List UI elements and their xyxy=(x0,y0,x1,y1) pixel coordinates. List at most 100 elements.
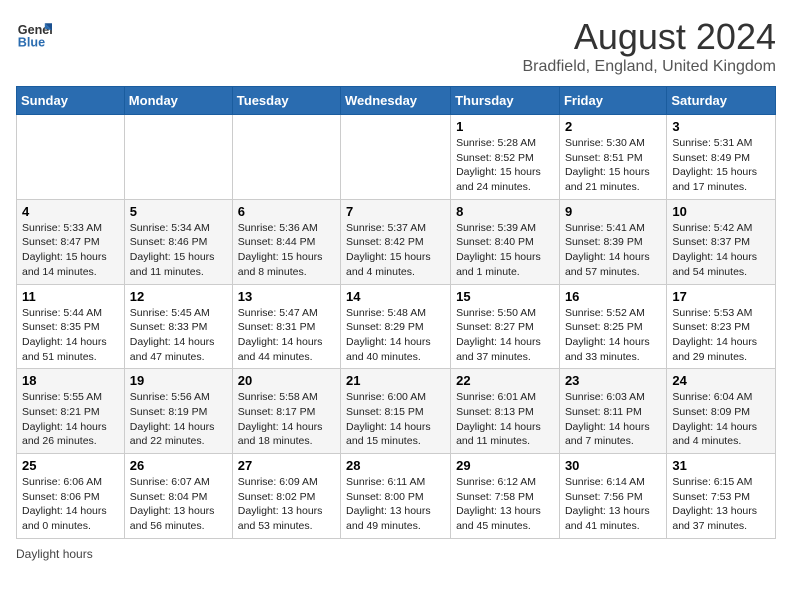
week-row-1: 1 Sunrise: 5:28 AM Sunset: 8:52 PM Daylig… xyxy=(17,115,776,200)
day-number: 26 xyxy=(130,458,227,473)
day-number: 4 xyxy=(22,204,119,219)
day-cell: 17 Sunrise: 5:53 AM Sunset: 8:23 PM Dayli… xyxy=(667,284,776,369)
day-info: Sunrise: 6:14 AM Sunset: 7:56 PM Dayligh… xyxy=(565,475,661,534)
day-info: Sunrise: 6:11 AM Sunset: 8:00 PM Dayligh… xyxy=(346,475,445,534)
day-cell: 15Sunrise: 5:50 AM Sunset: 8:27 PM Dayli… xyxy=(451,284,560,369)
day-info: Sunrise: 5:37 AM Sunset: 8:42 PM Dayligh… xyxy=(346,221,445,280)
day-info: Sunrise: 6:12 AM Sunset: 7:58 PM Dayligh… xyxy=(456,475,554,534)
day-info: Sunrise: 5:45 AM Sunset: 8:33 PM Dayligh… xyxy=(130,306,227,365)
day-info: Sunrise: 5:52 AM Sunset: 8:25 PM Dayligh… xyxy=(565,306,661,365)
day-number: 10 xyxy=(672,204,770,219)
day-info: Sunrise: 5:41 AM Sunset: 8:39 PM Dayligh… xyxy=(565,221,661,280)
col-header-friday: Friday xyxy=(559,87,666,115)
col-header-tuesday: Tuesday xyxy=(232,87,340,115)
day-cell: 10 Sunrise: 5:42 AM Sunset: 8:37 PM Dayli… xyxy=(667,199,776,284)
day-cell xyxy=(17,115,125,200)
day-info: Sunrise: 5:56 AM Sunset: 8:19 PM Dayligh… xyxy=(130,390,227,449)
day-number: 14 xyxy=(346,289,445,304)
day-cell: 24 Sunrise: 6:04 AM Sunset: 8:09 PM Dayli… xyxy=(667,369,776,454)
day-cell: 11Sunrise: 5:44 AM Sunset: 8:35 PM Dayli… xyxy=(17,284,125,369)
day-number: 5 xyxy=(130,204,227,219)
day-number: 31 xyxy=(672,458,770,473)
day-cell: 20 Sunrise: 5:58 AM Sunset: 8:17 PM Dayli… xyxy=(232,369,340,454)
day-cell: 7 Sunrise: 5:37 AM Sunset: 8:42 PM Daylig… xyxy=(341,199,451,284)
day-cell: 18 Sunrise: 5:55 AM Sunset: 8:21 PM Dayli… xyxy=(17,369,125,454)
day-info: Sunrise: 5:42 AM Sunset: 8:37 PM Dayligh… xyxy=(672,221,770,280)
day-number: 7 xyxy=(346,204,445,219)
day-info: Sunrise: 6:01 AM Sunset: 8:13 PM Dayligh… xyxy=(456,390,554,449)
day-info: Sunrise: 5:53 AM Sunset: 8:23 PM Dayligh… xyxy=(672,306,770,365)
day-info: Sunrise: 5:39 AM Sunset: 8:40 PM Dayligh… xyxy=(456,221,554,280)
day-number: 18 xyxy=(22,373,119,388)
day-cell: 6Sunrise: 5:36 AM Sunset: 8:44 PM Daylig… xyxy=(232,199,340,284)
day-cell: 26 Sunrise: 6:07 AM Sunset: 8:04 PM Dayli… xyxy=(124,454,232,539)
day-number: 29 xyxy=(456,458,554,473)
col-header-sunday: Sunday xyxy=(17,87,125,115)
day-info: Sunrise: 5:34 AM Sunset: 8:46 PM Dayligh… xyxy=(130,221,227,280)
day-info: Sunrise: 6:03 AM Sunset: 8:11 PM Dayligh… xyxy=(565,390,661,449)
day-number: 20 xyxy=(238,373,335,388)
week-row-5: 25 Sunrise: 6:06 AM Sunset: 8:06 PM Dayli… xyxy=(17,454,776,539)
col-header-monday: Monday xyxy=(124,87,232,115)
day-number: 22 xyxy=(456,373,554,388)
day-info: Sunrise: 6:06 AM Sunset: 8:06 PM Dayligh… xyxy=(22,475,119,534)
day-info: Sunrise: 5:30 AM Sunset: 8:51 PM Dayligh… xyxy=(565,136,661,195)
main-title: August 2024 xyxy=(523,16,777,58)
subtitle: Bradfield, England, United Kingdom xyxy=(523,58,777,76)
day-info: Sunrise: 5:36 AM Sunset: 8:44 PM Dayligh… xyxy=(238,221,335,280)
day-cell: 14Sunrise: 5:48 AM Sunset: 8:29 PM Dayli… xyxy=(341,284,451,369)
day-number: 21 xyxy=(346,373,445,388)
day-cell: 2 Sunrise: 5:30 AM Sunset: 8:51 PM Daylig… xyxy=(559,115,666,200)
svg-text:Blue: Blue xyxy=(18,36,45,50)
day-cell: 23 Sunrise: 6:03 AM Sunset: 8:11 PM Dayli… xyxy=(559,369,666,454)
day-cell: 1 Sunrise: 5:28 AM Sunset: 8:52 PM Daylig… xyxy=(451,115,560,200)
day-number: 1 xyxy=(456,119,554,134)
day-number: 24 xyxy=(672,373,770,388)
day-number: 17 xyxy=(672,289,770,304)
day-info: Sunrise: 5:28 AM Sunset: 8:52 PM Dayligh… xyxy=(456,136,554,195)
day-cell: 3Sunrise: 5:31 AM Sunset: 8:49 PM Daylig… xyxy=(667,115,776,200)
day-cell xyxy=(124,115,232,200)
col-header-wednesday: Wednesday xyxy=(341,87,451,115)
day-number: 27 xyxy=(238,458,335,473)
logo-icon: General Blue xyxy=(16,16,52,52)
day-info: Sunrise: 6:09 AM Sunset: 8:02 PM Dayligh… xyxy=(238,475,335,534)
day-cell xyxy=(341,115,451,200)
day-cell: 31 Sunrise: 6:15 AM Sunset: 7:53 PM Dayli… xyxy=(667,454,776,539)
day-cell: 25 Sunrise: 6:06 AM Sunset: 8:06 PM Dayli… xyxy=(17,454,125,539)
page-header: General Blue August 2024 Bradfield, Engl… xyxy=(16,16,776,76)
day-cell: 5 Sunrise: 5:34 AM Sunset: 8:46 PM Daylig… xyxy=(124,199,232,284)
day-info: Sunrise: 5:58 AM Sunset: 8:17 PM Dayligh… xyxy=(238,390,335,449)
day-cell: 19Sunrise: 5:56 AM Sunset: 8:19 PM Dayli… xyxy=(124,369,232,454)
day-number: 16 xyxy=(565,289,661,304)
day-info: Sunrise: 6:04 AM Sunset: 8:09 PM Dayligh… xyxy=(672,390,770,449)
day-info: Sunrise: 6:15 AM Sunset: 7:53 PM Dayligh… xyxy=(672,475,770,534)
col-header-thursday: Thursday xyxy=(451,87,560,115)
day-cell: 12 Sunrise: 5:45 AM Sunset: 8:33 PM Dayli… xyxy=(124,284,232,369)
day-cell: 29 Sunrise: 6:12 AM Sunset: 7:58 PM Dayli… xyxy=(451,454,560,539)
day-info: Sunrise: 5:50 AM Sunset: 8:27 PM Dayligh… xyxy=(456,306,554,365)
logo: General Blue xyxy=(16,16,52,52)
day-number: 25 xyxy=(22,458,119,473)
title-area: August 2024 Bradfield, England, United K… xyxy=(523,16,777,76)
day-info: Sunrise: 6:00 AM Sunset: 8:15 PM Dayligh… xyxy=(346,390,445,449)
day-cell: 30Sunrise: 6:14 AM Sunset: 7:56 PM Dayli… xyxy=(559,454,666,539)
header-row: SundayMondayTuesdayWednesdayThursdayFrid… xyxy=(17,87,776,115)
day-number: 23 xyxy=(565,373,661,388)
day-cell: 21 Sunrise: 6:00 AM Sunset: 8:15 PM Dayli… xyxy=(341,369,451,454)
week-row-4: 18 Sunrise: 5:55 AM Sunset: 8:21 PM Dayli… xyxy=(17,369,776,454)
day-info: Sunrise: 5:55 AM Sunset: 8:21 PM Dayligh… xyxy=(22,390,119,449)
day-cell: 16 Sunrise: 5:52 AM Sunset: 8:25 PM Dayli… xyxy=(559,284,666,369)
day-cell: 9Sunrise: 5:41 AM Sunset: 8:39 PM Daylig… xyxy=(559,199,666,284)
col-header-saturday: Saturday xyxy=(667,87,776,115)
week-row-3: 11Sunrise: 5:44 AM Sunset: 8:35 PM Dayli… xyxy=(17,284,776,369)
day-number: 2 xyxy=(565,119,661,134)
day-number: 12 xyxy=(130,289,227,304)
day-cell: 27 Sunrise: 6:09 AM Sunset: 8:02 PM Dayli… xyxy=(232,454,340,539)
day-number: 11 xyxy=(22,289,119,304)
day-cell: 22 Sunrise: 6:01 AM Sunset: 8:13 PM Dayli… xyxy=(451,369,560,454)
day-cell: 28Sunrise: 6:11 AM Sunset: 8:00 PM Dayli… xyxy=(341,454,451,539)
week-row-2: 4Sunrise: 5:33 AM Sunset: 8:47 PM Daylig… xyxy=(17,199,776,284)
day-cell xyxy=(232,115,340,200)
day-info: Sunrise: 6:07 AM Sunset: 8:04 PM Dayligh… xyxy=(130,475,227,534)
